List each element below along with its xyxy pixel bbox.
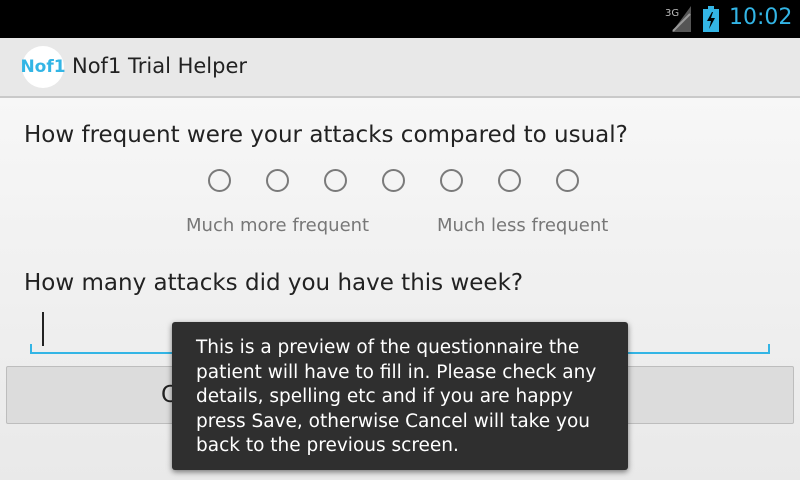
question-attack-count: How many attacks did you have this week? [24, 270, 524, 296]
scale-radio-5[interactable] [440, 169, 463, 192]
app-logo[interactable]: Nof1 [20, 46, 66, 88]
status-bar: 3G 10:02 [0, 0, 800, 38]
scale-max-label: Much less frequent [437, 215, 609, 236]
preview-toast: This is a preview of the questionnaire t… [172, 322, 628, 470]
scale-radio-6[interactable] [498, 169, 521, 192]
question-frequency: How frequent were your attacks compared … [24, 122, 628, 148]
app-title: Nof1 Trial Helper [72, 54, 248, 78]
battery-charging-icon [703, 6, 719, 32]
scale-radio-3[interactable] [324, 169, 347, 192]
scale-min-label: Much more frequent [186, 215, 370, 236]
action-bar: Nof1 Nof1 Trial Helper [0, 38, 800, 98]
status-clock: 10:02 [729, 5, 793, 30]
scale-radio-1[interactable] [208, 169, 231, 192]
text-caret [42, 312, 44, 346]
scale-radio-7[interactable] [556, 169, 579, 192]
scale-radio-4[interactable] [382, 169, 405, 192]
scale-radio-2[interactable] [266, 169, 289, 192]
network-type-label: 3G [665, 8, 679, 19]
signal-3g-icon: 3G [665, 6, 691, 32]
questionnaire-preview: How frequent were your attacks compared … [0, 98, 800, 480]
